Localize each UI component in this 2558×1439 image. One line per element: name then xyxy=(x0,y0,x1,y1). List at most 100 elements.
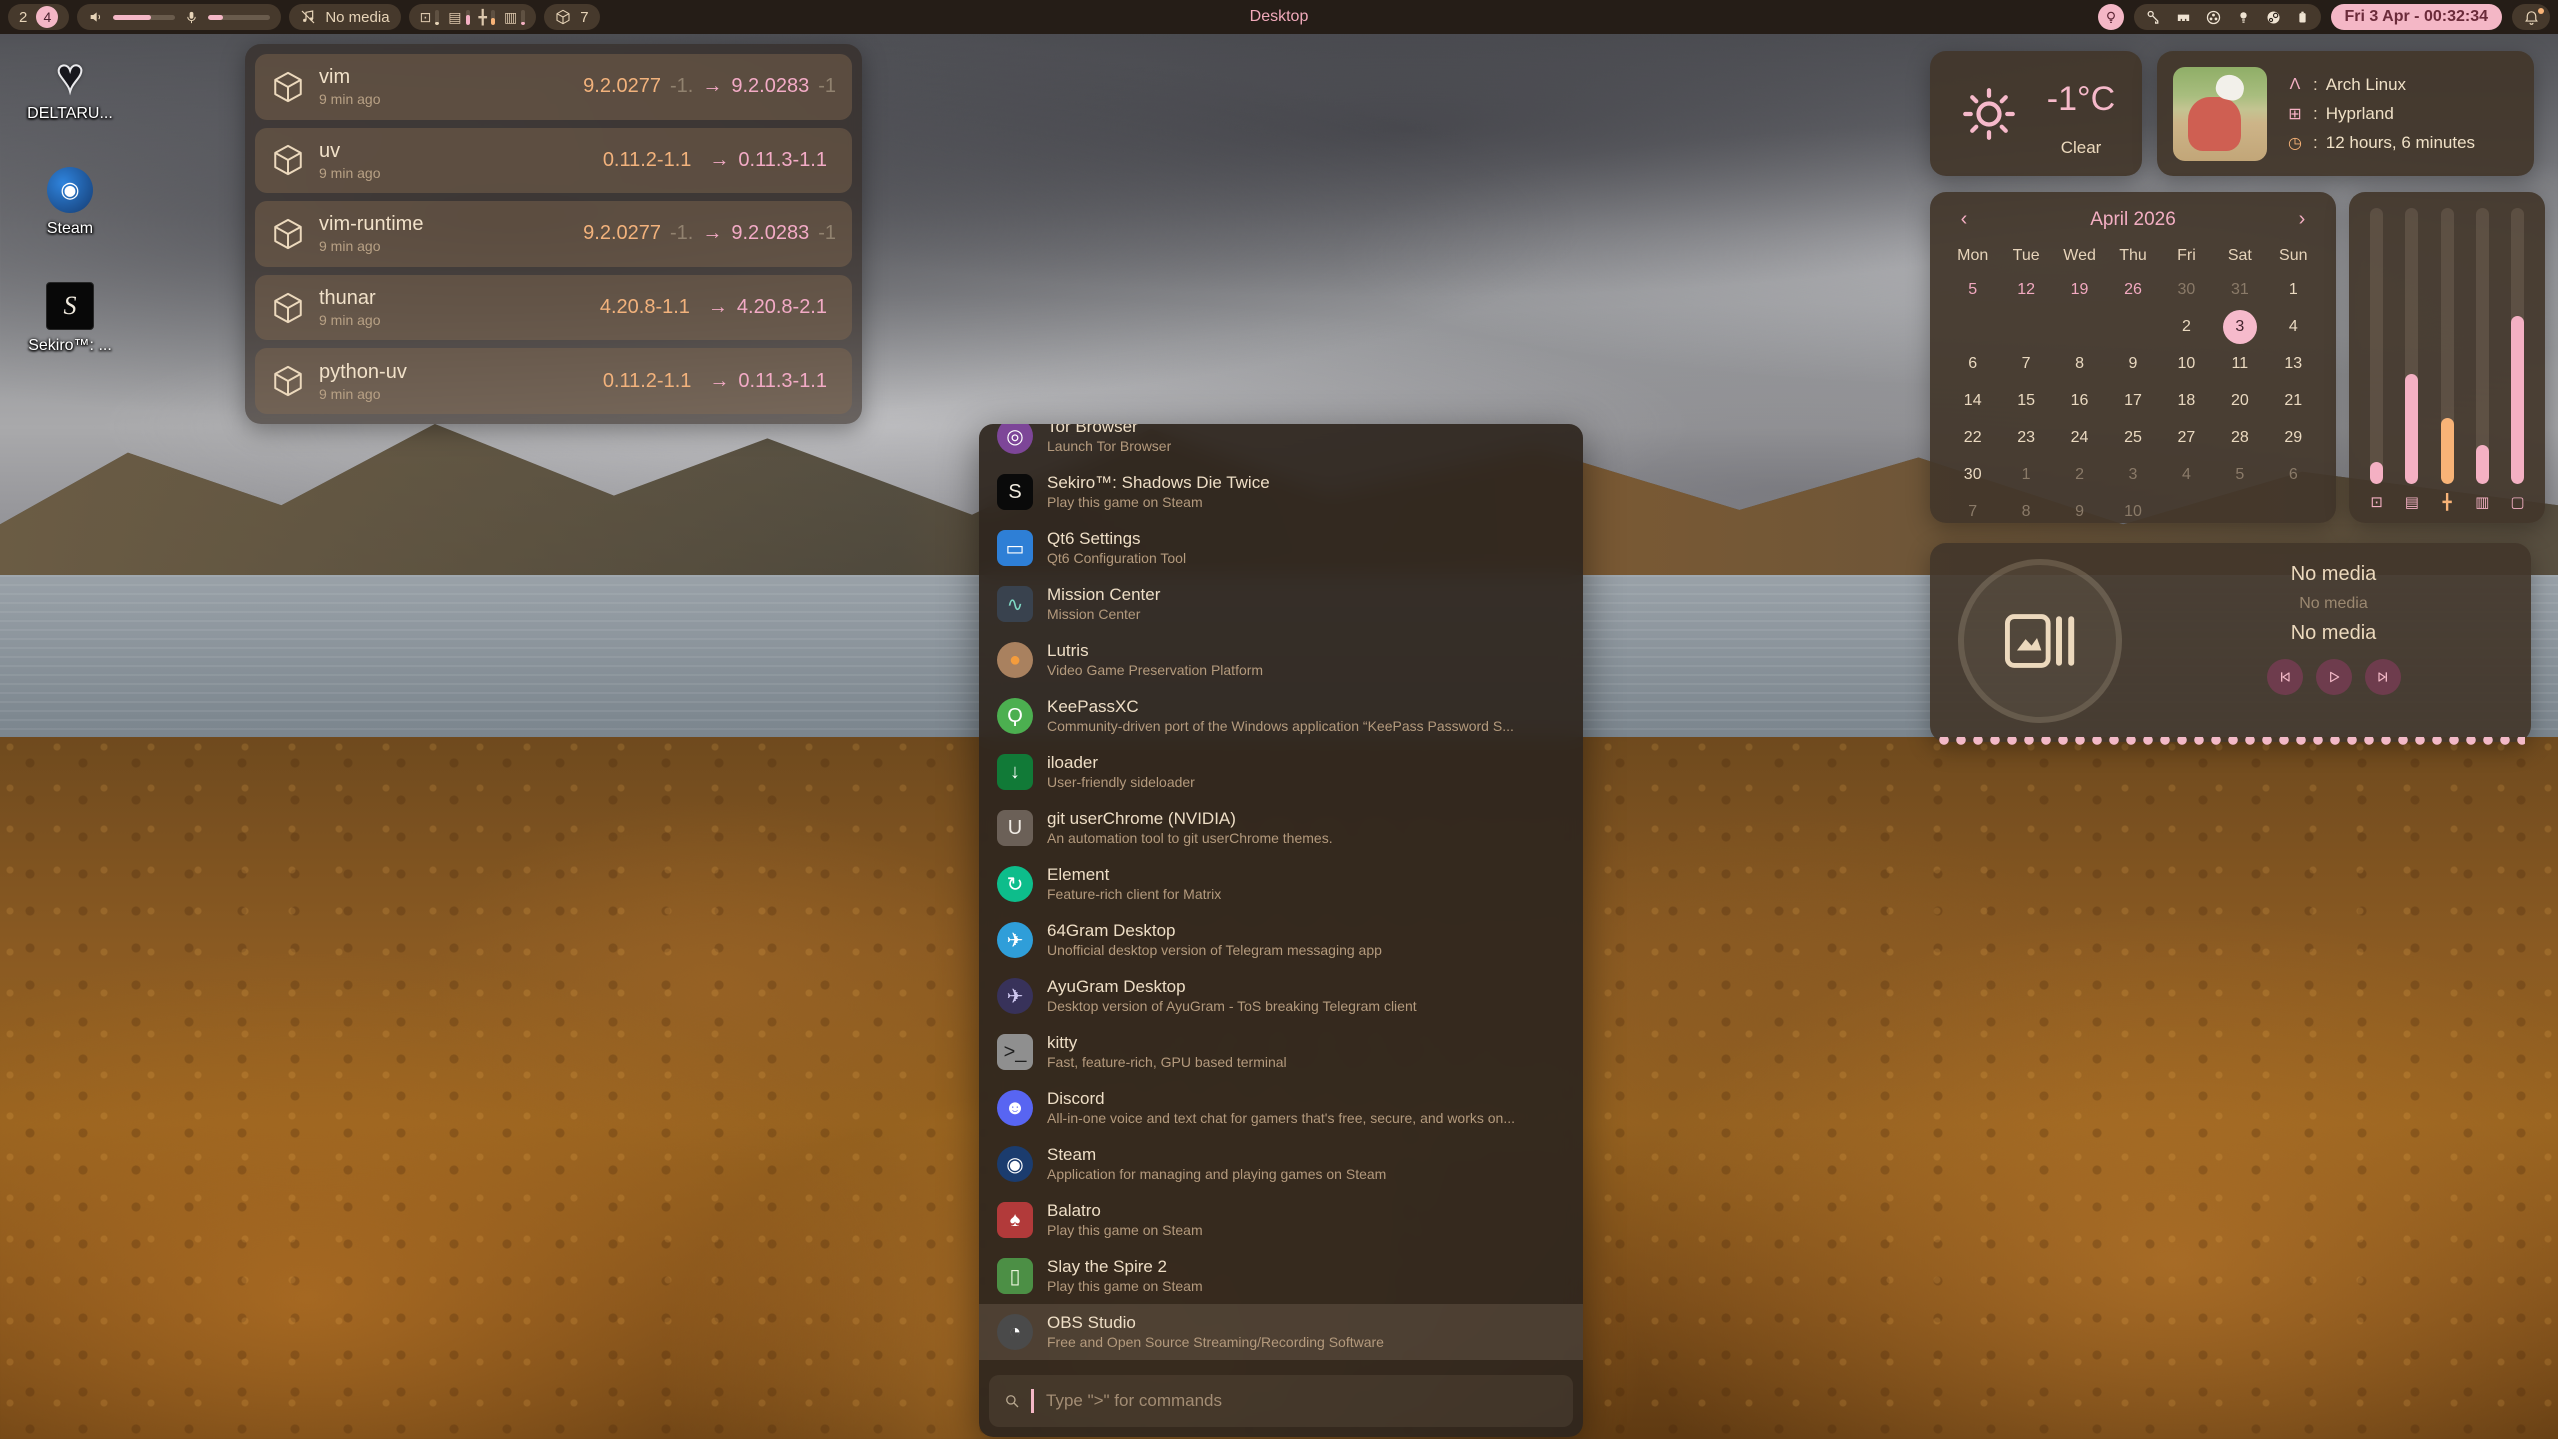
app-description: Qt6 Configuration Tool xyxy=(1047,550,1186,566)
battery-tray-icon[interactable] xyxy=(2295,10,2310,25)
next-track-button[interactable] xyxy=(2365,659,2401,695)
app-name: Qt6 Settings xyxy=(1047,530,1186,549)
bulb-tray-icon[interactable] xyxy=(2235,9,2252,26)
calendar-day[interactable]: 10 xyxy=(2160,345,2213,382)
workspaces-chip[interactable]: 2 4 xyxy=(8,4,69,30)
keepassxc-tray-icon[interactable] xyxy=(2145,9,2162,26)
update-notification[interactable]: uv 9 min ago 0.11.2-1.1 → 0.11.3-1.1 xyxy=(255,128,852,194)
calendar-day[interactable]: 29 xyxy=(2267,419,2320,456)
calendar-next-button[interactable]: › xyxy=(2290,208,2314,231)
app-list-item[interactable]: ◔ OBS Studio Free and Open Source Stream… xyxy=(979,1304,1583,1360)
calendar-day[interactable]: 30 xyxy=(2160,271,2213,308)
calendar-day[interactable]: 7 xyxy=(1946,493,1999,530)
app-list-item[interactable]: U git userChrome (NVIDIA) An automation … xyxy=(979,800,1583,856)
calendar-day[interactable]: 6 xyxy=(2267,456,2320,493)
steam-tray-icon[interactable] xyxy=(2265,9,2282,26)
app-list-item[interactable]: ↓ iloader User-friendly sideloader xyxy=(979,744,1583,800)
calendar-day[interactable]: 8 xyxy=(1999,493,2052,530)
calendar-day[interactable]: 18 xyxy=(2160,382,2213,419)
app-icon: ● xyxy=(997,642,1033,678)
calendar-day[interactable]: 25 xyxy=(2106,419,2159,456)
update-notification[interactable]: thunar 9 min ago 4.20.8-1.1 → 4.20.8-2.1 xyxy=(255,275,852,341)
app-list-item[interactable]: >_ kitty Fast, feature-rich, GPU based t… xyxy=(979,1024,1583,1080)
workspace-4-active[interactable]: 4 xyxy=(36,6,58,28)
calendar-day[interactable]: 20 xyxy=(2213,382,2266,419)
obs-tray-icon[interactable] xyxy=(2205,9,2222,26)
calendar-day[interactable]: 24 xyxy=(2053,419,2106,456)
app-list-item[interactable]: ▯ Slay the Spire 2 Play this game on Ste… xyxy=(979,1248,1583,1304)
app-list-item[interactable]: S Sekiro™: Shadows Die Twice Play this g… xyxy=(979,464,1583,520)
calendar-day[interactable]: 2 xyxy=(2053,456,2106,493)
app-list-item[interactable]: ✈ 64Gram Desktop Unofficial desktop vers… xyxy=(979,912,1583,968)
calendar-day[interactable]: 1 xyxy=(2267,271,2320,308)
calendar-day[interactable]: 28 xyxy=(2213,419,2266,456)
calendar-day[interactable]: 21 xyxy=(2267,382,2320,419)
system-monitor-chip[interactable]: ⊡ ▤ ╋ ▥ xyxy=(409,4,537,30)
app-list-item[interactable]: Ϙ KeePassXC Community-driven port of the… xyxy=(979,688,1583,744)
app-list-item[interactable]: ◎ Tor Browser Launch Tor Browser xyxy=(979,424,1583,464)
calendar-day[interactable]: 17 xyxy=(2106,382,2159,419)
calendar-day[interactable]: 6 xyxy=(1946,345,1999,382)
desktop-icon[interactable]: S Sekiro™: ... xyxy=(28,282,112,355)
app-list-item[interactable]: ♠ Balatro Play this game on Steam xyxy=(979,1192,1583,1248)
calendar-day[interactable]: 26 xyxy=(2106,271,2159,308)
calendar-prev-button[interactable]: ‹ xyxy=(1952,208,1976,231)
calendar-day[interactable]: 10 xyxy=(2106,493,2159,530)
app-icon: S xyxy=(997,474,1033,510)
media-chip[interactable]: No media xyxy=(289,4,400,30)
calendar-day[interactable]: 3 xyxy=(2106,456,2159,493)
calendar-day[interactable]: 11 xyxy=(2213,345,2266,382)
update-notification[interactable]: vim-runtime 9 min ago 9.2.0277-1. → 9.2.… xyxy=(255,201,852,267)
calendar-day[interactable]: 13 xyxy=(2267,345,2320,382)
notifications-button[interactable] xyxy=(2512,4,2550,30)
calendar-day[interactable]: 9 xyxy=(2053,493,2106,530)
previous-track-button[interactable] xyxy=(2267,659,2303,695)
audio-chip[interactable] xyxy=(77,4,281,30)
network-tray-icon[interactable] xyxy=(2175,9,2192,26)
app-description: Application for managing and playing gam… xyxy=(1047,1166,1386,1182)
calendar-day[interactable]: 27 xyxy=(2160,419,2213,456)
calendar-day[interactable]: 15 xyxy=(1999,382,2052,419)
calendar-day[interactable]: 30 xyxy=(1946,456,1999,493)
calendar-day[interactable]: 4 xyxy=(2267,308,2320,345)
update-notification[interactable]: vim 9 min ago 9.2.0277-1. → 9.2.0283-1 xyxy=(255,54,852,120)
calendar-day[interactable]: 8 xyxy=(2053,345,2106,382)
calendar-day[interactable]: 5 xyxy=(2213,456,2266,493)
calendar-day[interactable]: 19 xyxy=(2053,271,2106,308)
calendar-day[interactable]: 4 xyxy=(2160,456,2213,493)
app-list-item[interactable]: ↻ Element Feature-rich client for Matrix xyxy=(979,856,1583,912)
calendar-day[interactable]: 12 xyxy=(1999,271,2052,308)
calendar-day[interactable]: 7 xyxy=(1999,345,2052,382)
calendar-day[interactable]: 31 xyxy=(2213,271,2266,308)
app-list-item[interactable]: ◉ Steam Application for managing and pla… xyxy=(979,1136,1583,1192)
app-list-item[interactable]: ● Lutris Video Game Preservation Platfor… xyxy=(979,632,1583,688)
clock[interactable]: Fri 3 Apr - 00:32:34 xyxy=(2331,4,2502,30)
app-list-item[interactable]: ☻ Discord All-in-one voice and text chat… xyxy=(979,1080,1583,1136)
calendar-day[interactable]: 5 xyxy=(1946,271,1999,308)
app-list-item[interactable]: ∿ Mission Center Mission Center xyxy=(979,576,1583,632)
calendar-day[interactable]: 2 xyxy=(2160,308,2213,345)
desktop-icon[interactable]: ♥ DELTARU... xyxy=(27,52,113,123)
search-input[interactable] xyxy=(1044,1390,1559,1412)
idle-inhibitor-button[interactable] xyxy=(2098,4,2124,30)
calendar-day[interactable]: 14 xyxy=(1946,382,1999,419)
workspace-2[interactable]: 2 xyxy=(19,9,27,26)
update-time: 9 min ago xyxy=(319,238,423,254)
old-version-dim: -1. xyxy=(670,75,693,98)
calendar-day[interactable]: 23 xyxy=(1999,419,2052,456)
updates-chip[interactable]: 7 xyxy=(544,4,599,30)
launcher-search[interactable] xyxy=(989,1375,1573,1427)
app-list-item[interactable]: ▭ Qt6 Settings Qt6 Configuration Tool xyxy=(979,520,1583,576)
calendar-day[interactable]: 3 xyxy=(2213,308,2266,345)
volume-slider[interactable] xyxy=(113,15,175,20)
desktop-icon[interactable]: ◉ Steam xyxy=(47,167,93,238)
calendar-day[interactable]: 16 xyxy=(2053,382,2106,419)
calendar-day[interactable]: 9 xyxy=(2106,345,2159,382)
calendar-day[interactable]: 22 xyxy=(1946,419,1999,456)
calendar-day[interactable]: 1 xyxy=(1999,456,2052,493)
play-button[interactable] xyxy=(2316,659,2352,695)
mic-slider[interactable] xyxy=(208,15,270,20)
sysmon-bar xyxy=(521,10,525,25)
app-list-item[interactable]: ✈ AyuGram Desktop Desktop version of Ayu… xyxy=(979,968,1583,1024)
update-notification[interactable]: python-uv 9 min ago 0.11.2-1.1 → 0.11.3-… xyxy=(255,348,852,414)
